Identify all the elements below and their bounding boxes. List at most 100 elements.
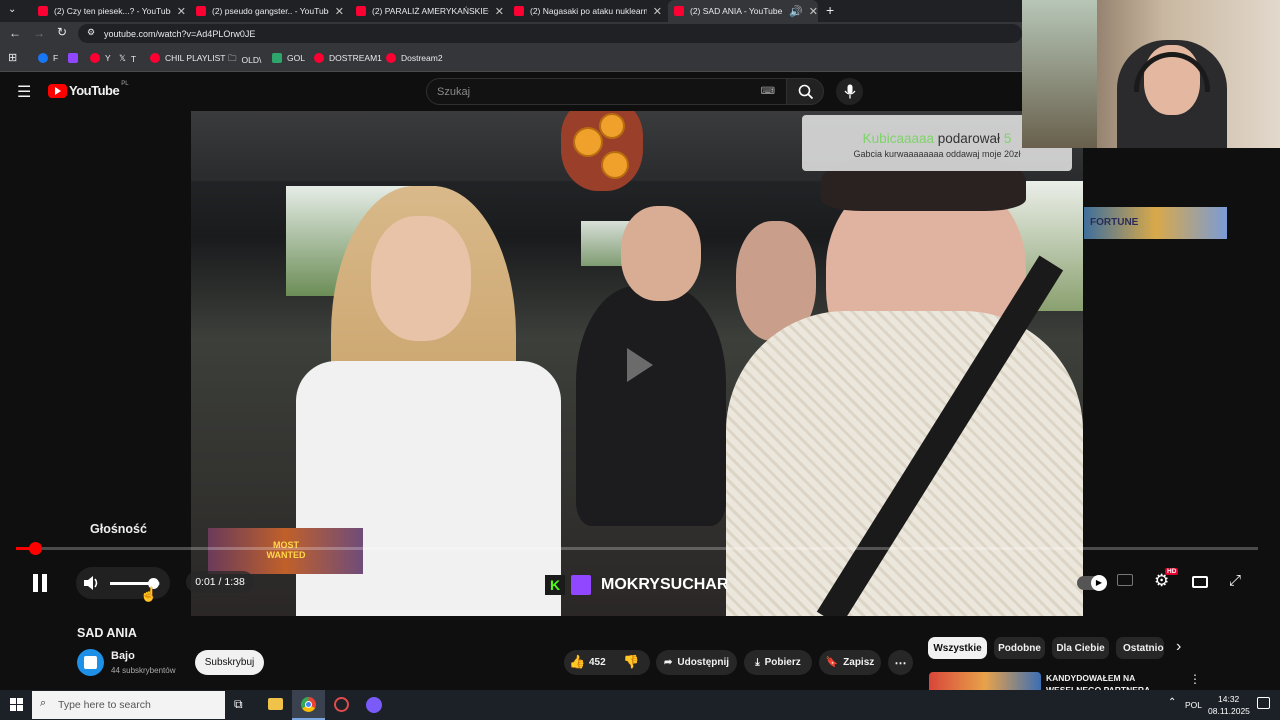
discord-icon[interactable] [366, 697, 382, 713]
bookmark-item[interactable] [68, 53, 83, 63]
bookmark-item[interactable]: Y [90, 53, 111, 63]
youtube-favicon-icon [514, 6, 524, 16]
streamer-badge: K MOKRYSUCHAR [545, 575, 728, 595]
chip-recent[interactable]: Ostatnio [1116, 637, 1164, 659]
miniplayer-icon[interactable] [1192, 576, 1208, 588]
progress-bar[interactable] [16, 542, 1258, 555]
volume-icon[interactable] [83, 575, 101, 591]
subscribe-button[interactable]: Subskrybuj [195, 650, 264, 675]
audio-icon[interactable]: 🔊 [789, 5, 803, 18]
bookmark-item[interactable]: CHIL PLAYLIST [150, 53, 225, 63]
recommendation-title[interactable]: KANDYDOWAŁEM NA WESELNEGO PARTNERA [1046, 672, 1156, 690]
bookmark-item[interactable]: GOL [272, 53, 305, 63]
fortune-banner: FORTUNE [1084, 207, 1227, 239]
back-icon[interactable]: ← [9, 26, 21, 40]
tab-title: (2) PARALIŻ AMERYKAŃSKIEGO [372, 6, 489, 16]
like-icon[interactable]: 👍 [569, 654, 585, 670]
tray-chevron-icon[interactable]: ⌃ [1168, 697, 1176, 708]
progress-scrubber[interactable] [28, 542, 42, 555]
search-icon [798, 84, 814, 100]
bookmark-label: Dostream2 [401, 53, 443, 63]
clock-time[interactable]: 14:32 [1218, 694, 1239, 704]
volume-slider[interactable] [110, 578, 160, 589]
folder-icon: 🗀 [228, 53, 237, 63]
file-explorer-icon[interactable] [268, 698, 283, 710]
channel-avatar[interactable] [77, 649, 104, 676]
bookmark-label: F [53, 53, 59, 63]
apps-grid-icon[interactable]: ⊞ [8, 51, 17, 64]
volume-tooltip: Głośność [90, 522, 147, 536]
windows-start-icon[interactable] [10, 698, 23, 711]
chevron-right-icon[interactable]: › [1176, 638, 1181, 656]
channel-name[interactable]: Bajo [111, 650, 135, 662]
search-input[interactable]: Szukaj ⌨ [426, 78, 788, 105]
facebook-icon [38, 53, 48, 63]
tab-list-chevron-icon[interactable]: ⌄ [8, 4, 16, 15]
streamer-name: MOKRYSUCHAR [601, 576, 729, 593]
app-icon[interactable] [334, 697, 349, 712]
new-tab-icon[interactable]: + [826, 2, 834, 18]
clock-date[interactable]: 08.11.2025 [1208, 706, 1250, 716]
autoplay-toggle[interactable]: ▶ [1077, 575, 1107, 591]
browser-tab[interactable]: (2) Nagasaki po ataku nuklearnym ✕ [508, 0, 662, 22]
pause-button[interactable] [32, 574, 48, 592]
youtube-favicon-icon [674, 6, 684, 16]
coin-bag-icon [561, 111, 643, 191]
url-input[interactable]: ⚙ youtube.com/watch?v=Ad4PLOrw0JE [78, 24, 1022, 43]
close-tab-icon[interactable]: ✕ [653, 5, 662, 18]
subscriber-count: 44 subskrybentów [111, 666, 176, 675]
close-tab-icon[interactable]: ✕ [495, 5, 504, 18]
tab-title: (2) Czy ten piesek...? - YouTube [54, 6, 171, 16]
keyboard-icon[interactable]: ⌨ [761, 86, 775, 97]
passenger-middle-face [621, 206, 701, 301]
chrome-taskbar-button[interactable] [292, 690, 325, 720]
recommendation-thumbnail[interactable] [929, 672, 1041, 690]
subtitles-icon[interactable] [1117, 574, 1133, 586]
browser-tab[interactable]: (2) pseudo gangster.. - YouTube ✕ [190, 0, 344, 22]
close-tab-icon[interactable]: ✕ [335, 5, 344, 18]
save-button[interactable]: 🔖 Zapisz [819, 650, 881, 675]
youtube-logo[interactable]: YouTube PL [48, 80, 129, 98]
chip-similar[interactable]: Podobne [994, 637, 1045, 659]
fullscreen-icon[interactable]: ⤢ [1229, 572, 1241, 589]
language-indicator[interactable]: POL [1185, 700, 1202, 710]
passenger-middle [576, 286, 726, 526]
youtube-icon [90, 53, 100, 63]
facecam-window [1022, 0, 1097, 148]
notification-icon[interactable] [1257, 697, 1270, 709]
time-display: 0:01 / 1:38 [186, 571, 254, 593]
close-tab-icon[interactable]: ✕ [809, 5, 818, 18]
share-button[interactable]: ➦ Udostępnij [656, 650, 737, 675]
close-tab-icon[interactable]: ✕ [177, 5, 186, 18]
bookmark-item[interactable]: 𝕏T [119, 53, 136, 64]
taskbar-search-input[interactable]: ⌕ Type here to search [32, 691, 225, 719]
search-button[interactable] [786, 78, 824, 105]
task-view-icon[interactable]: ⧉ [234, 697, 243, 712]
forward-icon[interactable]: → [33, 26, 45, 40]
like-count[interactable]: 452 [589, 657, 606, 668]
browser-tab-active[interactable]: (2) SAD ANIA - YouTube 🔊 ✕ [668, 0, 818, 22]
bookmark-item[interactable]: F [38, 53, 58, 63]
site-info-icon[interactable]: ⚙ [87, 27, 95, 38]
browser-tab[interactable]: (2) PARALIŻ AMERYKAŃSKIEGO ✕ [350, 0, 504, 22]
bookmark-item[interactable]: DOSTREAM1 [314, 53, 382, 63]
reload-icon[interactable]: ↻ [57, 25, 67, 39]
center-play-icon[interactable] [627, 348, 653, 382]
chip-for-you[interactable]: Dla Ciebie [1052, 637, 1109, 659]
video-player[interactable]: Kubicaaaaa podarował 5 Gabcia kurwaaaaaa… [191, 111, 1083, 616]
logo-text: YouTube [69, 83, 120, 98]
dislike-icon[interactable]: 👎 [623, 654, 639, 670]
recommendation-menu-icon[interactable]: ⋮ [1189, 672, 1201, 686]
chip-all[interactable]: Wszystkie [928, 637, 987, 659]
x-logo-icon: 𝕏 [119, 53, 126, 63]
menu-icon[interactable]: ☰ [17, 82, 31, 102]
download-button[interactable]: ⤓ Pobierz [744, 650, 812, 675]
share-label: Udostępnij [677, 657, 730, 668]
voice-search-button[interactable] [836, 78, 863, 105]
bookmark-item[interactable]: Dostream2 [386, 53, 443, 63]
region-code: PL [121, 80, 129, 87]
browser-tab[interactable]: (2) Czy ten piesek...? - YouTube ✕ [32, 0, 186, 22]
more-actions-button[interactable]: ⋯ [888, 650, 913, 675]
url-text: youtube.com/watch?v=Ad4PLOrw0JE [104, 28, 256, 39]
bookmark-folder[interactable]: 🗀 OLD\ [228, 53, 261, 67]
